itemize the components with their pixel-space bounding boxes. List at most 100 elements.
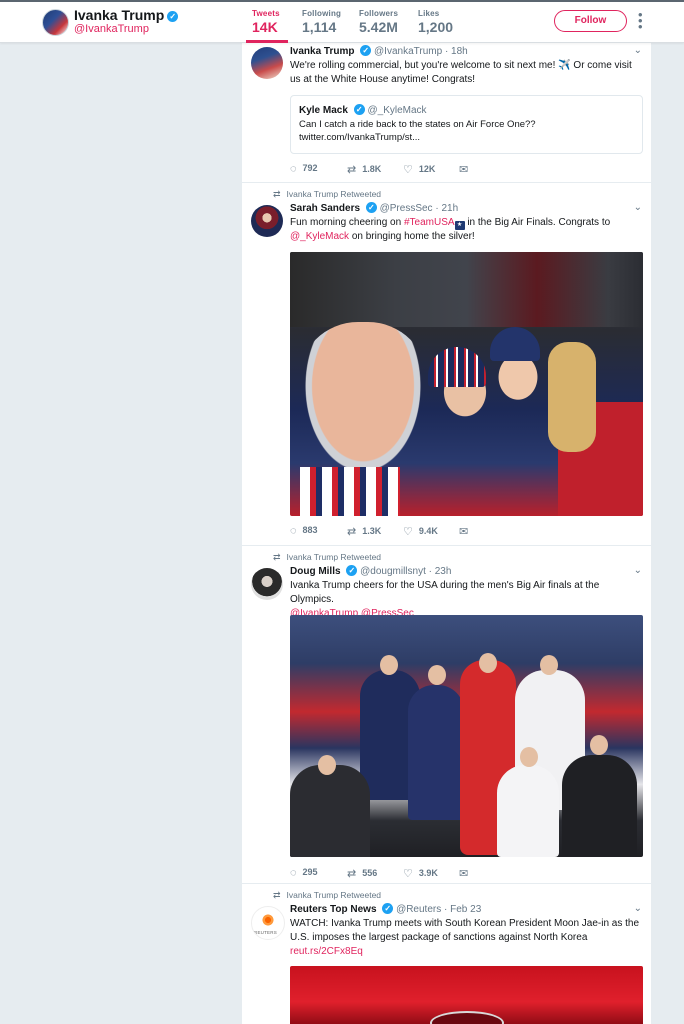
author-handle[interactable]: @IvankaTrump xyxy=(374,46,442,57)
retweet-count: 1.3K xyxy=(362,526,382,536)
author-name[interactable]: Reuters Top News xyxy=(290,904,377,915)
stat-likes[interactable]: Likes 1,200 xyxy=(418,9,453,35)
tweet-time[interactable]: · Feb 23 xyxy=(444,904,481,915)
chevron-down-icon[interactable]: ⌄ xyxy=(634,45,642,56)
tweet-photo[interactable] xyxy=(290,966,643,1024)
reply-count: 792 xyxy=(302,163,318,173)
chevron-down-icon[interactable]: ⌄ xyxy=(634,903,642,914)
like-button[interactable]: ♡ 3.9K xyxy=(403,867,438,880)
tweet[interactable]: ⇄ Ivanka Trump Retweeted REUTERS Reuters … xyxy=(242,884,651,1024)
photo-hat xyxy=(428,347,486,387)
photo-face xyxy=(318,755,336,775)
retweet-context-label: Ivanka Trump Retweeted xyxy=(286,552,382,562)
retweet-context: ⇄ Ivanka Trump Retweeted xyxy=(273,552,381,563)
tweet-time[interactable]: · 21h xyxy=(435,203,458,214)
retweet-icon: ⇄ xyxy=(347,164,357,176)
reply-button[interactable]: ◌ 295 xyxy=(290,867,318,879)
photo-face xyxy=(540,655,558,675)
profile-avatar[interactable] xyxy=(42,9,69,36)
tweet-photo[interactable] xyxy=(290,615,643,857)
avatar[interactable] xyxy=(251,568,283,600)
tweet-actions: ◌ 792 ⇄ 1.8K ♡ 12K ✉ xyxy=(290,163,540,177)
reply-button[interactable]: ◌ 883 xyxy=(290,525,318,537)
hashtag-link[interactable]: #TeamUSA xyxy=(404,217,455,228)
retweet-count: 556 xyxy=(362,868,378,878)
photo-face xyxy=(520,747,538,767)
heart-icon: ♡ xyxy=(403,526,413,538)
retweet-context-label: Ivanka Trump Retweeted xyxy=(286,890,382,900)
tweet[interactable]: ⇄ Ivanka Trump Retweeted Doug Mills ✓ @do… xyxy=(242,546,651,884)
message-button[interactable]: ✉ xyxy=(459,867,474,880)
stat-following[interactable]: Following 1,114 xyxy=(302,9,341,35)
author-name[interactable]: Ivanka Trump xyxy=(290,46,354,57)
tweet-time[interactable]: · 23h xyxy=(429,566,452,577)
author-handle[interactable]: @Reuters xyxy=(396,904,441,915)
retweet-icon: ⇄ xyxy=(273,189,281,199)
quoted-tweet[interactable]: Kyle Mack ✓ @_KyleMack Can I catch a rid… xyxy=(290,95,643,154)
retweet-button[interactable]: ⇄ 1.3K xyxy=(347,525,381,538)
photo-crowd xyxy=(290,252,643,327)
article-link[interactable]: reut.rs/2CFx8Eq xyxy=(290,946,363,957)
photo-face xyxy=(590,735,608,755)
chevron-down-icon[interactable]: ⌄ xyxy=(634,565,642,576)
retweet-button[interactable]: ⇄ 556 xyxy=(347,867,377,880)
like-count: 3.9K xyxy=(418,868,438,878)
envelope-icon: ✉ xyxy=(459,868,469,880)
stat-followers[interactable]: Followers 5.42M xyxy=(359,9,398,35)
message-button[interactable]: ✉ xyxy=(459,163,474,176)
retweet-count: 1.8K xyxy=(362,164,382,174)
photo-hat xyxy=(490,327,540,361)
verified-icon: ✓ xyxy=(365,202,377,213)
verified-icon: ✓ xyxy=(353,104,365,115)
tweet-text: Fun morning cheering on #TeamUSA ★ in the… xyxy=(290,216,642,244)
message-button[interactable]: ✉ xyxy=(459,525,474,538)
stat-label: Likes xyxy=(418,9,440,18)
follow-button[interactable]: Follow xyxy=(554,10,627,32)
usa-flag-icon: ★ xyxy=(454,221,465,230)
quoted-tweet-text: Can I catch a ride back to the states on… xyxy=(299,119,536,143)
like-button[interactable]: ♡ 9.4K xyxy=(403,525,438,538)
tweet-header: Ivanka Trump ✓ @IvankaTrump · 18h xyxy=(290,45,468,57)
author-handle[interactable]: @PressSec xyxy=(380,203,433,214)
author-handle[interactable]: @dougmillsnyt xyxy=(360,566,426,577)
retweet-context: ⇄ Ivanka Trump Retweeted xyxy=(273,189,381,200)
like-button[interactable]: ♡ 12K xyxy=(403,163,435,176)
profile-name[interactable]: Ivanka Trump ✓ xyxy=(74,7,179,23)
tweet-header: Sarah Sanders ✓ @PressSec · 21h xyxy=(290,202,458,214)
tweet[interactable]: ⇄ Ivanka Trump Retweeted Sarah Sanders ✓ … xyxy=(242,183,651,546)
verified-icon: ✓ xyxy=(360,45,372,56)
photo-face xyxy=(479,653,497,673)
quoted-author-name: Kyle Mack xyxy=(299,105,348,116)
avatar[interactable]: REUTERS xyxy=(251,906,285,940)
quoted-author-handle: @_KyleMack xyxy=(367,105,427,116)
author-name[interactable]: Sarah Sanders xyxy=(290,203,360,214)
more-vertical-icon[interactable]: • • • xyxy=(638,8,643,33)
author-name[interactable]: Doug Mills xyxy=(290,566,341,577)
reuters-logo-word: REUTERS xyxy=(254,930,277,935)
photo-person xyxy=(497,765,559,857)
tweet-photo[interactable] xyxy=(290,252,643,516)
reply-icon: ◌ xyxy=(290,867,297,879)
tweet[interactable]: Ivanka Trump ✓ @IvankaTrump · 18h ⌄ We'r… xyxy=(242,42,651,183)
tweet-time[interactable]: · 18h xyxy=(445,46,468,57)
stat-tweets[interactable]: Tweets 14K xyxy=(246,9,288,43)
reuters-logo-icon xyxy=(261,913,275,927)
reply-button[interactable]: ◌ 792 xyxy=(290,163,318,175)
avatar[interactable] xyxy=(251,205,283,237)
chevron-down-icon[interactable]: ⌄ xyxy=(634,202,642,213)
tweet-text: We're rolling commercial, but you're wel… xyxy=(290,59,642,87)
tweet-header: Doug Mills ✓ @dougmillsnyt · 23h xyxy=(290,565,451,577)
tweet-text-mid: in the Big Air Finals. Congrats to xyxy=(467,217,611,228)
retweet-icon: ⇄ xyxy=(273,890,281,900)
stat-value: 1,114 xyxy=(302,19,337,35)
retweet-button[interactable]: ⇄ 1.8K xyxy=(347,163,381,176)
envelope-icon: ✉ xyxy=(459,526,469,538)
mention-link[interactable]: @_KyleMack xyxy=(290,231,349,242)
airplane-emoji-icon: ✈️ xyxy=(558,60,571,71)
like-count: 12K xyxy=(418,164,436,174)
avatar[interactable] xyxy=(251,47,283,79)
stat-value: 14K xyxy=(252,19,278,35)
heart-icon: ♡ xyxy=(403,868,413,880)
tweet-text-main: Ivanka Trump cheers for the USA during t… xyxy=(290,580,600,605)
photo-person xyxy=(408,685,464,820)
